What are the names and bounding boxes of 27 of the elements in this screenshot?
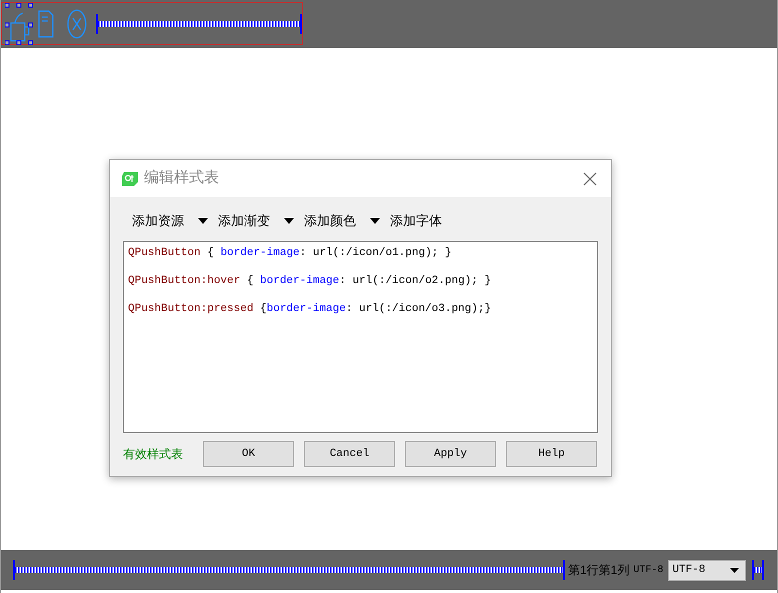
dropdown-arrow-icon [198, 218, 208, 224]
dialog-button[interactable]: Help [506, 441, 597, 467]
menu-button[interactable]: 添加颜色 [304, 211, 380, 231]
spacer-spring-icon [752, 559, 764, 581]
spacer-spring-icon [13, 559, 565, 581]
teapot-icon[interactable] [5, 2, 33, 44]
encoding-select[interactable]: UTF-8 [668, 560, 746, 580]
cursor-position: 第1行第1列 [568, 562, 630, 579]
dropdown-arrow-icon [730, 568, 740, 572]
spacer-spring-icon [96, 12, 302, 34]
dialog-button[interactable]: Apply [405, 441, 496, 467]
dropdown-arrow-icon [370, 218, 380, 224]
code-line: QPushButton:pressed {border-image: url(:/icon/o3.png);} [128, 302, 492, 317]
app-logo-icon [122, 172, 138, 186]
validation-status: 有效样式表 [123, 446, 184, 463]
menu-button[interactable]: 添加资源 [132, 211, 208, 231]
window-title: 编辑样式表 [144, 168, 219, 188]
dialog-button[interactable]: OK [203, 441, 294, 467]
menu-button[interactable]: 添加渐变 [218, 211, 294, 231]
code-editor[interactable]: QPushButton { border-image: url(:/icon/o1.png); } QPushButton:hover { border-image: url(:/icon/o2.png); } QPushButton:pressed {border-image: url(:/icon/o3.png);} [123, 241, 598, 433]
code-line: QPushButton:hover { border-image: url(:/icon/o2.png); } [128, 274, 492, 289]
dialog-button[interactable]: Cancel [304, 441, 395, 467]
dropdown-arrow-icon [284, 218, 294, 224]
encoding-label: UTF-8 [633, 564, 664, 578]
close-icon[interactable] [583, 172, 597, 186]
code-line: QPushButton { border-image: url(:/icon/o1.png); } [128, 246, 452, 261]
menu-button[interactable]: 添加字体 [390, 211, 442, 231]
